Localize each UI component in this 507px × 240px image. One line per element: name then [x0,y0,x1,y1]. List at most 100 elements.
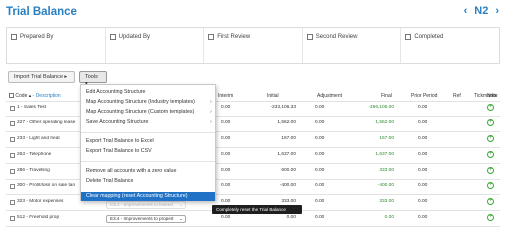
account-name[interactable]: 233 - Light and heat [17,136,77,141]
cell-prior-period[interactable]: 0.00 [418,152,427,157]
menu-item-clear-mapping[interactable]: Clear mapping (reset Accounting Structur… [81,192,215,201]
account-name[interactable]: 323 - Motor expenses [17,199,77,204]
cell-final[interactable]: 1,637.00 [364,152,394,157]
row-checkbox[interactable] [10,169,15,174]
cell-prior-period[interactable]: 0.00 [418,168,427,173]
cell-adjustment[interactable]: 0.00 [315,215,324,220]
cell-interim[interactable]: 0.00 [221,215,230,220]
cell-final[interactable]: -266,106.00 [364,105,394,110]
account-name[interactable]: 263 - Telephone [17,152,77,157]
account-name[interactable]: 227 - Other operating lease [17,120,77,125]
cell-interim[interactable]: 0.00 [221,105,230,110]
column-ref[interactable]: Ref [453,93,461,99]
cell-prior-period[interactable]: 0.00 [418,120,427,125]
signoff-second-review[interactable]: Second Review [303,28,402,63]
cell-interim[interactable]: 0.00 [221,152,230,157]
row-checkbox[interactable] [10,216,15,221]
checkbox[interactable] [11,34,17,40]
row-checkbox[interactable] [10,153,15,158]
mapping-select[interactable]: C5.2 - Improvements to leased ⌄ [106,201,186,209]
cell-adjustment[interactable]: 0.00 [315,152,324,157]
column-final[interactable]: Final [381,93,392,99]
table-row[interactable]: 227 - Other operating lease 0.00 1,562.00 0… [0,119,507,129]
signoff-updated-by[interactable]: Updated By [106,28,205,63]
cell-interim[interactable]: 0.00 [221,168,230,173]
cell-adjustment[interactable]: 0.00 [315,120,324,125]
cell-initial[interactable]: 0.00 [266,215,296,220]
signoff-first-review[interactable]: First Review [204,28,303,63]
checkbox[interactable] [208,34,215,40]
cell-prior-period[interactable]: 0.00 [418,183,427,188]
account-name[interactable]: 1 - Sales Test [17,105,77,110]
plus-circle-icon[interactable]: + [487,151,494,158]
cell-interim[interactable]: 0.00 [221,183,230,188]
menu-item-map-industry[interactable]: Map Accounting Structure (Industry templ… [86,99,212,105]
chevron-right-icon[interactable]: › [495,5,499,17]
row-checkbox[interactable] [10,200,15,205]
column-initial[interactable]: Initial [267,93,279,99]
cell-initial[interactable]: 333.00 [266,199,296,204]
cell-prior-period[interactable]: 0.00 [418,136,427,141]
menu-item-export-excel[interactable]: Export Trial Balance to Excel [86,138,154,144]
cell-adjustment[interactable]: 0.00 [315,136,324,141]
cell-initial[interactable]: 1,637.00 [266,152,296,157]
signoff-prepared-by[interactable]: Prepared By [7,28,106,63]
cell-initial[interactable]: 1,562.00 [266,120,296,125]
cell-final[interactable]: -400.00 [364,183,394,188]
cell-initial[interactable]: -233,106.33 [266,105,296,110]
cell-initial[interactable]: 167.00 [266,136,296,141]
plus-circle-icon[interactable]: + [487,135,494,142]
tools-button[interactable]: Tools ▾ [79,71,107,87]
column-note[interactable]: Note [487,93,498,99]
plus-circle-icon[interactable]: + [487,214,494,221]
row-checkbox[interactable] [10,137,15,142]
cell-final[interactable]: 167.00 [364,136,394,141]
menu-item-remove-zero[interactable]: Remove all accounts with a zero value [86,168,176,174]
column-adjustment[interactable]: Adjustment [317,93,342,99]
column-interim[interactable]: Interim [218,93,233,99]
cell-final[interactable]: 333.00 [364,168,394,173]
cell-final[interactable]: 1,552.00 [364,120,394,125]
select-all-checkbox[interactable] [9,93,14,99]
menu-item-delete-tb[interactable]: Delete Trial Balance [86,178,133,184]
cell-adjustment[interactable]: 0.00 [315,199,324,204]
column-prior-period[interactable]: Prior Period [411,93,437,99]
cell-final[interactable]: 0.00 [364,215,394,220]
row-checkbox[interactable] [10,106,15,111]
menu-item-export-csv[interactable]: Export Trial Balance to CSV [86,148,152,154]
account-name[interactable]: 300 - Profit/loss on sale tan [17,183,77,188]
menu-item-save-structure[interactable]: Save Accounting Structure › [86,119,212,125]
cell-interim[interactable]: 0.00 [221,136,230,141]
cell-adjustment[interactable]: 0.00 [315,183,324,188]
row-checkbox[interactable] [10,121,15,126]
plus-circle-icon[interactable]: + [487,104,494,111]
cell-prior-period[interactable]: 0.00 [418,199,427,204]
table-row[interactable]: 233 - Light and heat 0.00 167.00 0.00 167.00… [0,135,507,145]
cell-final[interactable]: 333.00 [364,199,394,204]
signoff-completed[interactable]: Completed [401,28,499,63]
cell-interim[interactable]: 0.00 [221,120,230,125]
menu-item-map-custom[interactable]: Map Accounting Structure (Custom templat… [86,109,212,115]
checkbox[interactable] [306,34,313,40]
plus-circle-icon[interactable]: + [487,167,494,174]
cell-interim[interactable]: 0.00 [221,199,230,204]
account-name[interactable]: 286 - Travelling [17,168,77,173]
row-checkbox[interactable] [10,184,15,189]
table-row[interactable]: 512 - Freehold prop 0.00 0.00 0.00 0.00 0.00 + [0,214,507,224]
table-row[interactable]: 263 - Telephone 0.00 1,637.00 0.00 1,637.00 0… [0,151,507,161]
checkbox[interactable] [405,34,412,40]
import-trial-balance-button[interactable]: Import Trial Balance ▸ [8,71,75,83]
account-name[interactable]: 512 - Freehold prop [17,215,77,220]
cell-prior-period[interactable]: 0.00 [418,215,427,220]
checkbox[interactable] [109,34,116,40]
cell-initial[interactable]: 600.00 [266,168,296,173]
table-row[interactable]: 300 - Profit/loss on sale tan 0.00 -400.00… [0,182,507,192]
column-description[interactable]: - Description [33,93,61,99]
plus-circle-icon[interactable]: + [487,119,494,126]
mapping-select[interactable]: E3.4 - Improvements to propert ⌄ [106,215,186,223]
table-row[interactable]: 1 - Sales Test 0.00 -233,106.33 0.00 -266,10… [0,104,507,114]
cell-prior-period[interactable]: 0.00 [418,105,427,110]
chevron-left-icon[interactable]: ‹ [464,5,468,17]
cell-adjustment[interactable]: 0.00 [315,168,324,173]
table-row[interactable]: 286 - Travelling 0.00 600.00 0.00 333.00 0.00… [0,167,507,177]
